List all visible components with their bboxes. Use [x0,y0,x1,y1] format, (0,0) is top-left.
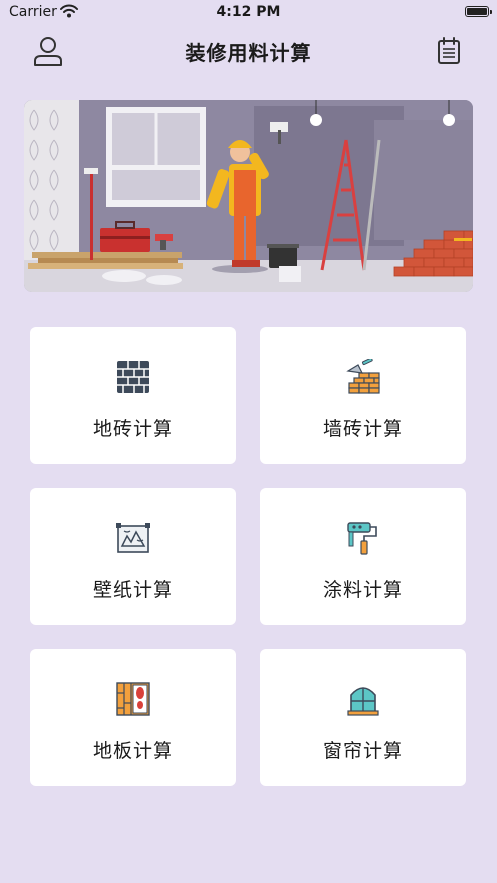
curtain-calc-button[interactable]: 窗帘计算 [260,649,466,786]
status-time: 4:12 PM [216,4,281,20]
floor-tile-calc-button[interactable]: 地砖计算 [30,327,236,464]
paint-roller-icon [347,522,377,555]
wallpaper-calc-button[interactable]: 壁纸计算 [30,488,236,625]
card-label: 地板计算 [92,740,173,762]
wall-brick-trowel-icon [346,359,380,394]
wall-tile-calc-button[interactable]: 墙砖计算 [260,327,466,464]
card-label: 地砖计算 [92,418,173,440]
card-label: 壁纸计算 [92,579,173,601]
card-label: 涂料计算 [322,579,403,601]
battery-icon [465,6,492,17]
wood-floor-calc-button[interactable]: 地板计算 [30,649,236,786]
history-button[interactable] [432,34,466,68]
curtain-window-icon [347,687,379,716]
floor-tile-icon [117,361,149,393]
paint-calc-button[interactable]: 涂料计算 [260,488,466,625]
wallpaper-frame-icon [116,523,150,553]
page-title: 装修用料计算 [185,41,312,65]
nav-bar: 装修用料计算 [0,26,497,76]
wood-floor-icon [116,682,150,716]
calendar-icon [438,37,460,64]
status-bar: Carrier 4:12 PM [0,0,497,26]
card-label: 窗帘计算 [322,740,403,762]
banner-illustration [24,100,473,292]
card-label: 墙砖计算 [322,418,403,440]
